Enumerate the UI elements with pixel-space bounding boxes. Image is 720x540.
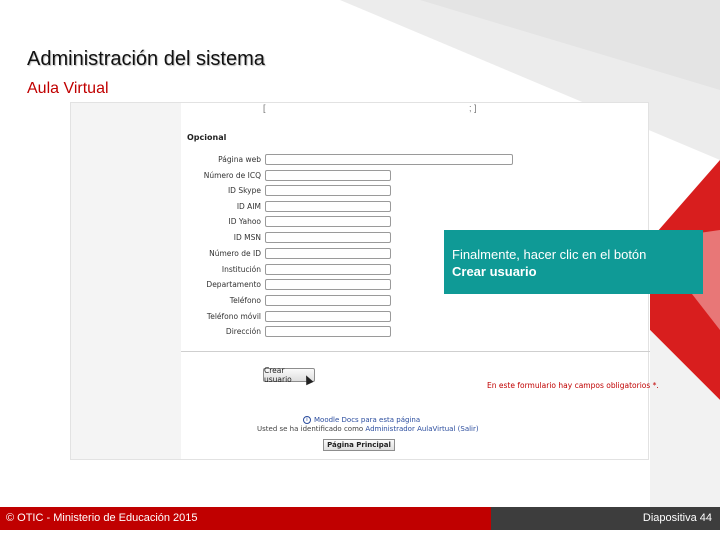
top-fragment-left: [	[263, 103, 266, 113]
field-row: Página web	[181, 154, 641, 166]
docs-link-text[interactable]: Moodle Docs para esta página	[314, 416, 420, 424]
icq-input[interactable]	[265, 170, 391, 181]
field-row: ID AIM	[181, 201, 641, 213]
field-label: Teléfono móvil	[206, 312, 261, 321]
field-label: ID Skype	[227, 186, 261, 195]
aim-input[interactable]	[265, 201, 391, 212]
callout-line1: Finalmente, hacer clic en el botón	[452, 247, 647, 262]
field-label: ID AIM	[236, 202, 261, 211]
info-icon: i	[303, 416, 311, 424]
slide-title: Administración del sistema	[27, 48, 265, 70]
slide-subtitle: Aula Virtual	[27, 80, 109, 97]
screenshot-sidebar	[71, 103, 181, 459]
field-row: ID Skype	[181, 185, 641, 197]
department-input[interactable]	[265, 279, 391, 290]
field-row: Teléfono	[181, 295, 641, 307]
field-label: Departamento	[206, 280, 261, 289]
field-label: Dirección	[225, 327, 261, 336]
instruction-callout: Finalmente, hacer clic en el botón Crear…	[444, 230, 703, 294]
top-fragment-right: ; ]	[469, 103, 477, 113]
webpage-input[interactable]	[265, 154, 513, 165]
field-label: Institución	[221, 265, 261, 274]
field-label: ID MSN	[233, 233, 261, 242]
footer-slide-number: Diapositiva 44	[491, 507, 720, 530]
field-label: Número de ID	[209, 249, 261, 258]
yahoo-input[interactable]	[265, 216, 391, 227]
callout-line2: Crear usuario	[452, 264, 537, 279]
field-row: ID Yahoo	[181, 216, 641, 228]
footer-copyright: © OTIC - Ministerio de Educación 2015	[0, 507, 491, 530]
skype-input[interactable]	[265, 185, 391, 196]
logged-prefix: Usted se ha identificado como	[257, 425, 364, 433]
form-divider	[181, 351, 650, 352]
logout-link[interactable]: (Salir)	[458, 425, 479, 433]
institution-input[interactable]	[265, 264, 391, 275]
id-number-input[interactable]	[265, 248, 391, 259]
mobile-input[interactable]	[265, 311, 391, 322]
field-row: Dirección	[181, 326, 641, 338]
address-input[interactable]	[265, 326, 391, 337]
field-label: Número de ICQ	[203, 171, 261, 180]
field-label: Teléfono	[229, 296, 261, 305]
msn-input[interactable]	[265, 232, 391, 243]
field-label: ID Yahoo	[228, 217, 261, 226]
field-row: Teléfono móvil	[181, 311, 641, 323]
field-row: Número de ICQ	[181, 170, 641, 182]
section-title: Opcional	[187, 133, 227, 142]
home-page-button[interactable]: Página Principal	[323, 439, 395, 451]
docs-link[interactable]: i Moodle Docs para esta página	[303, 416, 420, 424]
logged-user-link[interactable]: Administrador AulaVirtual	[365, 425, 455, 433]
field-label: Página web	[218, 155, 261, 164]
required-fields-note: En este formulario hay campos obligatori…	[487, 381, 659, 390]
logged-in-info: Usted se ha identificado como Administra…	[257, 425, 479, 433]
phone-input[interactable]	[265, 295, 391, 306]
